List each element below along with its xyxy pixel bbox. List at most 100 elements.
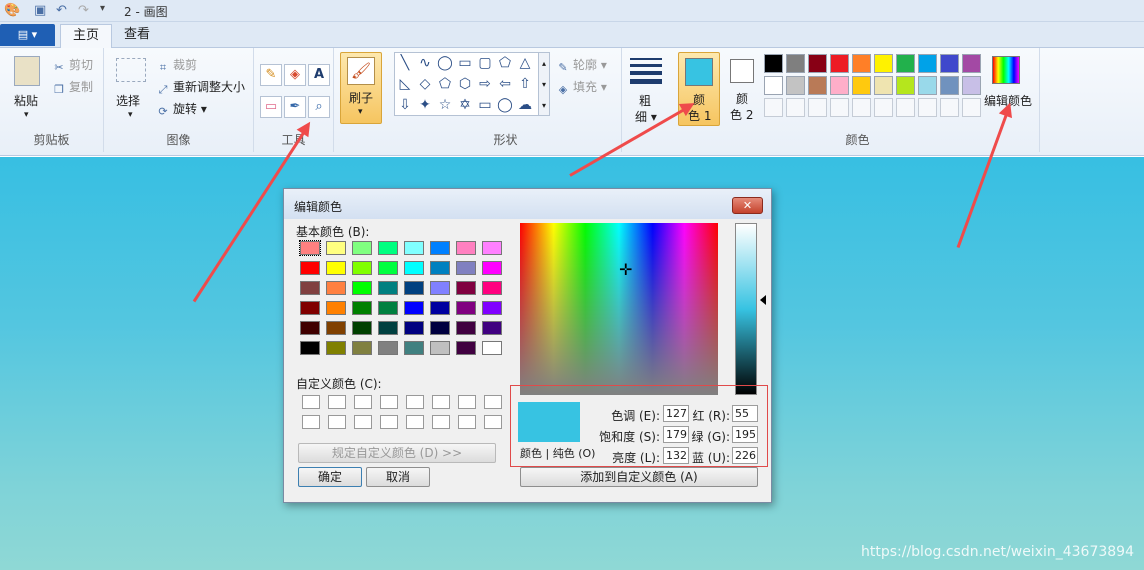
basic-color-swatch[interactable] bbox=[456, 261, 476, 275]
basic-color-swatch[interactable] bbox=[404, 281, 424, 295]
custom-color-swatch[interactable] bbox=[328, 395, 346, 409]
shapes-scroll[interactable]: ▴ ▾ ▾ bbox=[538, 52, 550, 116]
palette-empty-swatch[interactable] bbox=[786, 98, 805, 117]
custom-color-swatch[interactable] bbox=[354, 415, 372, 429]
basic-color-swatch[interactable] bbox=[456, 241, 476, 255]
custom-color-swatch[interactable] bbox=[406, 395, 424, 409]
basic-color-swatch[interactable] bbox=[430, 321, 450, 335]
palette-color-swatch[interactable] bbox=[896, 76, 915, 95]
custom-color-swatch[interactable] bbox=[458, 395, 476, 409]
pentagon-shape-icon[interactable]: ⬠ bbox=[435, 74, 455, 94]
size-button[interactable]: 细 ▾ bbox=[635, 108, 657, 125]
palette-empty-swatch[interactable] bbox=[918, 98, 937, 117]
palette-empty-swatch[interactable] bbox=[940, 98, 959, 117]
basic-color-swatch[interactable] bbox=[352, 321, 372, 335]
customize-toolbar-icon[interactable]: ▾ bbox=[100, 3, 105, 14]
palette-color-swatch[interactable] bbox=[764, 76, 783, 95]
paste-icon[interactable] bbox=[14, 56, 40, 86]
basic-color-swatch[interactable] bbox=[404, 341, 424, 355]
palette-color-swatch[interactable] bbox=[830, 76, 849, 95]
basic-color-swatch[interactable] bbox=[482, 281, 502, 295]
basic-color-swatch[interactable] bbox=[300, 281, 320, 295]
palette-empty-swatch[interactable] bbox=[874, 98, 893, 117]
basic-color-swatch[interactable] bbox=[352, 241, 372, 255]
palette-color-swatch[interactable] bbox=[786, 76, 805, 95]
palette-color-swatch[interactable] bbox=[852, 54, 871, 73]
text-tool-icon[interactable]: A bbox=[308, 64, 330, 86]
eraser-icon[interactable]: ▭ bbox=[260, 96, 282, 118]
basic-color-swatch[interactable] bbox=[456, 281, 476, 295]
palette-color-swatch[interactable] bbox=[962, 76, 981, 95]
fill-button[interactable]: ◈ 填充 ▾ bbox=[556, 78, 607, 97]
custom-color-swatch[interactable] bbox=[380, 415, 398, 429]
polygon-shape-icon[interactable]: ⬠ bbox=[495, 53, 515, 73]
up-arrow-shape-icon[interactable]: ⇧ bbox=[515, 74, 535, 94]
line-shape-icon[interactable]: ╲ bbox=[395, 53, 415, 73]
color-picker-icon[interactable]: ✒ bbox=[284, 96, 306, 118]
basic-color-swatch[interactable] bbox=[404, 261, 424, 275]
palette-color-swatch[interactable] bbox=[808, 76, 827, 95]
custom-color-swatch[interactable] bbox=[380, 395, 398, 409]
basic-color-swatch[interactable] bbox=[352, 261, 372, 275]
basic-color-swatch[interactable] bbox=[482, 321, 502, 335]
palette-empty-swatch[interactable] bbox=[808, 98, 827, 117]
basic-color-swatch[interactable] bbox=[378, 281, 398, 295]
select-dropdown-icon[interactable]: ▾ bbox=[128, 110, 133, 120]
down-arrow-shape-icon[interactable]: ⇩ bbox=[395, 95, 415, 115]
basic-color-swatch[interactable] bbox=[378, 241, 398, 255]
cancel-button[interactable]: 取消 bbox=[366, 467, 430, 487]
basic-color-swatch[interactable] bbox=[430, 341, 450, 355]
outline-button[interactable]: ✎ 轮廓 ▾ bbox=[556, 56, 606, 75]
four-point-star-shape-icon[interactable]: ✦ bbox=[415, 95, 435, 115]
custom-color-swatch[interactable] bbox=[484, 415, 502, 429]
size-label-1[interactable]: 粗 bbox=[639, 92, 651, 109]
basic-color-swatch[interactable] bbox=[404, 301, 424, 315]
rectangle-shape-icon[interactable]: ▭ bbox=[455, 53, 475, 73]
paste-dropdown-icon[interactable]: ▾ bbox=[24, 110, 29, 120]
custom-color-swatch[interactable] bbox=[302, 395, 320, 409]
basic-color-swatch[interactable] bbox=[326, 341, 346, 355]
rounded-rectangle-shape-icon[interactable]: ▢ bbox=[475, 53, 495, 73]
luminosity-arrow-icon[interactable] bbox=[760, 295, 766, 305]
basic-color-swatch[interactable] bbox=[300, 261, 320, 275]
basic-color-swatch[interactable] bbox=[378, 321, 398, 335]
basic-color-swatch[interactable] bbox=[456, 301, 476, 315]
save-icon[interactable]: ▣ bbox=[34, 3, 46, 18]
palette-color-swatch[interactable] bbox=[896, 54, 915, 73]
select-button[interactable]: 选择 bbox=[116, 92, 140, 109]
basic-color-swatch[interactable] bbox=[326, 321, 346, 335]
palette-empty-swatch[interactable] bbox=[764, 98, 783, 117]
custom-color-swatch[interactable] bbox=[432, 415, 450, 429]
resize-button[interactable]: ⤢ 重新调整大小 bbox=[156, 78, 245, 97]
basic-color-swatch[interactable] bbox=[352, 281, 372, 295]
basic-color-swatch[interactable] bbox=[299, 240, 321, 256]
palette-empty-swatch[interactable] bbox=[830, 98, 849, 117]
basic-color-swatch[interactable] bbox=[430, 261, 450, 275]
custom-color-swatch[interactable] bbox=[458, 415, 476, 429]
palette-color-swatch[interactable] bbox=[764, 54, 783, 73]
green-input[interactable]: 195 bbox=[732, 426, 758, 443]
edit-colors-icon[interactable] bbox=[992, 56, 1020, 84]
rotate-button[interactable]: ⟳ 旋转 ▾ bbox=[156, 100, 206, 119]
basic-color-swatch[interactable] bbox=[430, 241, 450, 255]
basic-color-swatch[interactable] bbox=[352, 341, 372, 355]
oval-callout-shape-icon[interactable]: ◯ bbox=[495, 95, 515, 115]
blue-input[interactable]: 226 bbox=[732, 447, 758, 464]
rounded-callout-shape-icon[interactable]: ▭ bbox=[475, 95, 495, 115]
basic-color-swatch[interactable] bbox=[378, 341, 398, 355]
palette-color-swatch[interactable] bbox=[830, 54, 849, 73]
red-input[interactable]: 55 bbox=[732, 405, 758, 422]
custom-color-swatch[interactable] bbox=[328, 415, 346, 429]
palette-color-swatch[interactable] bbox=[808, 54, 827, 73]
right-triangle-shape-icon[interactable]: ◺ bbox=[395, 74, 415, 94]
basic-color-swatch[interactable] bbox=[352, 301, 372, 315]
oval-shape-icon[interactable]: ◯ bbox=[435, 53, 455, 73]
palette-color-swatch[interactable] bbox=[940, 54, 959, 73]
custom-color-swatch[interactable] bbox=[302, 415, 320, 429]
basic-color-swatch[interactable] bbox=[326, 281, 346, 295]
basic-color-swatch[interactable] bbox=[482, 301, 502, 315]
triangle-shape-icon[interactable]: △ bbox=[515, 53, 535, 73]
define-custom-colors-button[interactable]: 规定自定义颜色 (D) >> bbox=[298, 443, 496, 463]
curve-shape-icon[interactable]: ∿ bbox=[415, 53, 435, 73]
brushes-button[interactable]: 🖌 刷子 ▾ bbox=[340, 52, 382, 124]
